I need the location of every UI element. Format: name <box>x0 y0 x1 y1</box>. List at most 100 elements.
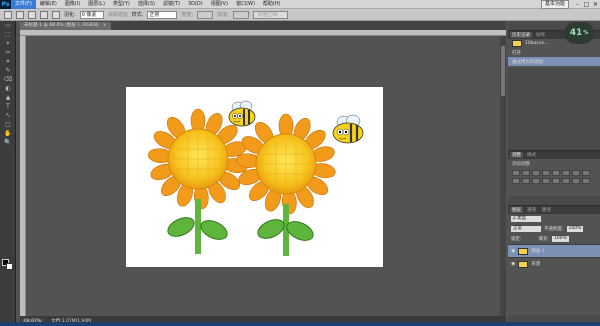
menu-window[interactable]: 窗口(W) <box>232 0 259 9</box>
layer-filter-row: ρ 类型 <box>508 214 600 224</box>
refine-edge-button[interactable]: 调整边缘... <box>252 10 288 19</box>
tab-styles[interactable]: 样式 <box>525 152 538 158</box>
hue-saturation-icon[interactable] <box>562 170 570 176</box>
document-tab[interactable]: 未标题-1 @ 68.6% (图层 1, RGB/8) × <box>20 22 111 30</box>
visibility-eye-icon[interactable]: ◉ <box>511 248 515 254</box>
invert-icon[interactable] <box>542 178 550 184</box>
menu-layer[interactable]: 图层(L) <box>84 0 109 9</box>
hand-tool-icon[interactable]: ✋ <box>1 130 15 138</box>
vibrance-icon[interactable] <box>552 170 560 176</box>
fill-input[interactable]: 100% <box>552 236 569 242</box>
tab-layers[interactable]: 图层 <box>510 207 523 213</box>
tab-channels[interactable]: 通道 <box>525 207 538 213</box>
tab-history[interactable]: 历史记录 <box>510 32 532 38</box>
visibility-eye-icon[interactable]: ◉ <box>511 261 515 267</box>
opacity-input[interactable]: 100% <box>566 226 584 232</box>
path-select-tool-icon[interactable]: ↖ <box>1 112 15 120</box>
bee-left <box>228 100 256 127</box>
menu-file[interactable]: 文件(F) <box>11 0 36 9</box>
blend-mode-select[interactable]: 正常 <box>511 226 541 232</box>
subtract-selection-icon[interactable] <box>40 10 48 19</box>
document-canvas[interactable] <box>126 87 383 267</box>
feather-input[interactable]: 0 像素 <box>79 10 104 19</box>
selective-color-icon[interactable] <box>582 178 590 184</box>
workspace-select[interactable]: 基本功能 <box>540 0 569 9</box>
tab-close-icon[interactable]: × <box>103 22 107 30</box>
curves-icon[interactable] <box>532 170 540 176</box>
menu-3d[interactable]: 3D(D) <box>184 0 207 9</box>
history-item[interactable]: 通过拷贝的图层 <box>508 57 600 66</box>
antialias-checkbox[interactable]: 消除锯齿 <box>108 11 128 18</box>
minimize-button[interactable]: – <box>573 0 582 9</box>
percent-badge: 41 % <box>564 22 594 44</box>
vertical-scrollbar[interactable] <box>500 36 506 316</box>
opacity-label: 不透明度: <box>544 227 564 232</box>
lock-label: 锁定: <box>511 237 522 242</box>
menu-bar: Ps 文件(F) 编辑(E) 图像(I) 图层(L) 类型(Y) 选择(S) 滤… <box>0 0 600 9</box>
brightness-icon[interactable] <box>512 170 520 176</box>
badge-unit: % <box>583 30 589 36</box>
color-balance-icon[interactable] <box>572 170 580 176</box>
history-item-label: 打开 <box>512 50 521 56</box>
photo-filter-icon[interactable] <box>512 178 520 184</box>
adjustments-panel-tabs: 调整 样式 <box>508 151 600 159</box>
add-selection-icon[interactable] <box>28 10 36 19</box>
menu-image[interactable]: 图像(I) <box>61 0 84 9</box>
marquee-tool-icon[interactable]: ⬚ <box>1 31 15 39</box>
brush-tool-icon[interactable]: ✎ <box>1 67 15 75</box>
intersect-selection-icon[interactable] <box>52 10 60 19</box>
style-select[interactable]: 正常 <box>147 10 178 19</box>
channel-mixer-icon[interactable] <box>522 178 530 184</box>
photoshop-logo: Ps <box>0 0 11 9</box>
shape-tool-icon[interactable]: ▢ <box>1 121 15 129</box>
feather-label: 羽化: <box>64 12 76 18</box>
layer-name[interactable]: 图层 1 <box>531 248 544 254</box>
menu-view[interactable]: 视图(V) <box>207 0 232 9</box>
os-taskbar <box>0 322 600 326</box>
type-tool-icon[interactable]: T <box>1 103 15 111</box>
menu-filter[interactable]: 滤镜(T) <box>159 0 184 9</box>
menu-type[interactable]: 类型(Y) <box>109 0 134 9</box>
layer-name[interactable]: 背景 <box>531 261 540 267</box>
height-input[interactable] <box>232 10 249 19</box>
menu-select[interactable]: 选择(S) <box>134 0 159 9</box>
layer-kind-filter[interactable]: ρ 类型 <box>511 216 541 222</box>
new-selection-icon[interactable] <box>16 10 24 19</box>
lasso-tool-icon[interactable]: ⌖ <box>1 40 15 48</box>
layer-row[interactable]: ◉ 图层 1 <box>508 244 600 257</box>
move-tool-icon[interactable]: ▭ <box>1 22 15 30</box>
levels-icon[interactable] <box>522 170 530 176</box>
tab-actions[interactable]: 动作 <box>534 32 547 38</box>
style-label: 样式: <box>131 12 144 18</box>
dodge-tool-icon[interactable]: ◐ <box>1 85 15 93</box>
tool-preset-icon[interactable] <box>4 10 12 19</box>
layer-row[interactable]: ◉ 背景 <box>508 257 600 270</box>
zoom-tool-icon[interactable]: 🔍 <box>1 139 15 147</box>
posterize-icon[interactable] <box>552 178 560 184</box>
pen-tool-icon[interactable]: ▲ <box>1 94 15 102</box>
history-item[interactable]: 打开 <box>508 48 600 57</box>
crop-tool-icon[interactable]: ✂ <box>1 49 15 57</box>
menu-help[interactable]: 帮助(H) <box>259 0 285 9</box>
slice-tool-icon[interactable]: ⌗ <box>1 58 15 66</box>
close-button[interactable]: ✕ <box>591 0 600 9</box>
adjustments-panel: 调整 样式 添加调整 <box>508 150 600 196</box>
maximize-button[interactable]: □ <box>582 0 591 9</box>
background-color-swatch[interactable] <box>6 263 13 270</box>
menubar-right: 基本功能 – □ ✕ <box>540 0 600 9</box>
exposure-icon[interactable] <box>542 170 550 176</box>
tab-adjustments[interactable]: 调整 <box>510 152 523 158</box>
width-input[interactable] <box>197 10 214 19</box>
scrollbar-thumb[interactable] <box>501 46 505 96</box>
layer-thumbnail <box>518 247 529 255</box>
color-lookup-icon[interactable] <box>532 178 540 184</box>
document-tab-bar: 未标题-1 @ 68.6% (图层 1, RGB/8) × <box>20 21 506 30</box>
black-white-icon[interactable] <box>582 170 590 176</box>
sunflower-artwork <box>147 100 364 256</box>
tab-paths[interactable]: 路径 <box>540 207 553 213</box>
eraser-tool-icon[interactable]: ⌫ <box>1 76 15 84</box>
bee-right <box>332 114 364 144</box>
gradient-map-icon[interactable] <box>572 178 580 184</box>
menu-edit[interactable]: 编辑(E) <box>36 0 61 9</box>
threshold-icon[interactable] <box>562 178 570 184</box>
